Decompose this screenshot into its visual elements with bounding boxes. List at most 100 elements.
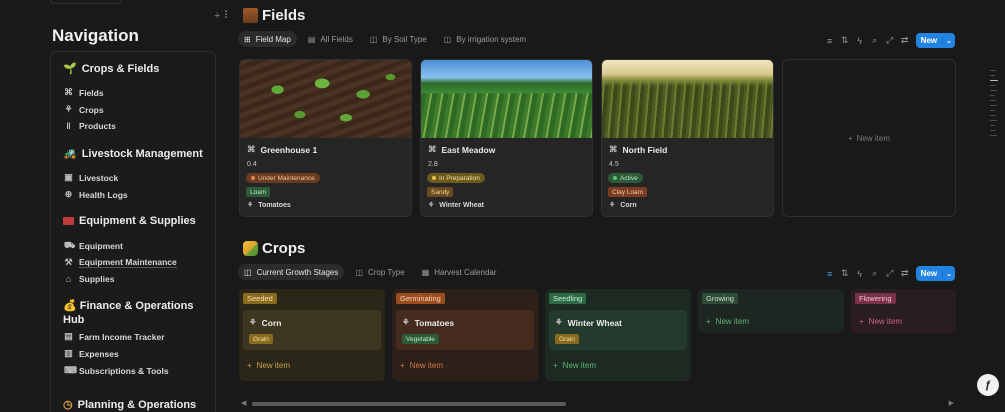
plus-icon: + [247,361,252,370]
new-item-button[interactable]: + New item [553,361,596,370]
crop-icon: ⌘ [609,144,618,154]
field-crop: ⚘ Winter Wheat [428,201,484,210]
lightning-icon[interactable]: ϟ [856,269,864,279]
wheat-icon: ⚘ [609,202,616,209]
chevron-down-icon[interactable]: ⌄ [942,269,955,278]
column-header[interactable]: Seedling [549,293,587,304]
nav-item-livestock[interactable]: ▣ Livestock [64,172,118,183]
column-header[interactable]: Growing [702,293,738,304]
expand-icon[interactable]: ⤢ [886,35,894,46]
board-card-winter-wheat[interactable]: ⚘ Winter Wheat Grain [549,310,687,350]
new-item-button[interactable]: + New item [706,317,749,326]
column-header[interactable]: Seeded [243,293,277,304]
board-card-corn[interactable]: ⚘ Corn Grain [243,310,381,350]
clock-icon: ◷ [63,399,73,411]
nav-item-label: Crops [79,104,104,115]
nav-section-finance[interactable]: 💰 Finance & Operations Hub [63,299,203,327]
sort-icon[interactable]: ⇅ [841,35,849,46]
nav-item-crops[interactable]: ⚘ Crops [64,104,104,115]
tab-field-map[interactable]: ⊞ Field Map [238,31,297,47]
crops-new-button[interactable]: New ⌄ [915,266,955,281]
crop-type-tag: Grain [249,334,273,344]
column-header[interactable]: Germinating [396,293,445,304]
crops-db-title-text: Crops [262,240,306,257]
search-icon[interactable]: ⌕ [871,268,879,279]
sort-icon[interactable]: ⇅ [841,268,849,279]
nav-item-expenses[interactable]: ▥ Expenses [64,348,119,359]
fields-db-title[interactable]: Fields [243,7,305,24]
tab-crop-type[interactable]: ◫ Crop Type [349,264,410,280]
nav-section-crops[interactable]: 🌱 Crops & Fields [63,62,159,76]
nav-section-label: Livestock Management [81,147,203,160]
field-card-north-field[interactable]: ⌘ North Field 4.5 Active Clay Loam ⚘ Cor… [601,59,774,217]
search-icon[interactable]: ⌕ [871,35,879,46]
board-card-title: ⚘ Winter Wheat [555,317,622,328]
field-size: 2.8 [428,161,438,168]
status-label: In Preparation [439,174,480,182]
scroll-right-icon[interactable]: ▶ [949,399,954,407]
board-horizontal-scrollbar[interactable]: ◀ ▶ [238,400,956,408]
nav-item-fields[interactable]: ⌘ Fields [64,87,104,98]
field-card-title: ⌘ North Field [609,144,667,155]
field-card-title: ⌘ East Meadow [428,144,495,155]
scroll-thumb[interactable] [252,402,566,406]
nav-section-label: 💰 Finance & Operations Hub [63,299,203,327]
board-column-flowering: Flowering + New item [851,289,956,333]
nav-item-label: Equipment [79,241,123,251]
nav-item-subscriptions[interactable]: ⌨ Subscriptions & Tools [64,365,169,376]
help-icon[interactable]: ƒ [977,374,999,396]
expand-icon[interactable]: ⤢ [886,268,894,279]
field-crop: ⚘ Corn [609,201,637,210]
status-dot [432,176,436,180]
tab-label: Crop Type [367,267,405,277]
tab-current-growth-stages[interactable]: ◫ Current Growth Stages [238,264,345,280]
field-card-greenhouse-1[interactable]: ⌘ Greenhouse 1 0.4 Under Maintenance Loa… [239,59,412,217]
wheat-icon: ⚘ [249,317,257,327]
field-size: 0.4 [247,161,257,168]
filter-icon[interactable]: ≡ [826,269,834,279]
page-outline-minimap[interactable] [990,70,998,140]
column-header[interactable]: Flowering [855,293,896,304]
fields-db-title-text: Fields [262,7,306,24]
nav-section-equipment[interactable]: Equipment & Supplies [63,215,196,227]
tab-by-soil-type[interactable]: ◫ By Soil Type [364,31,433,47]
new-item-button[interactable]: + New item [247,361,290,370]
nav-item-equipment[interactable]: ⛟ Equipment [64,240,123,252]
nav-item-farm-income[interactable]: ▤ Farm Income Tracker [64,331,164,342]
field-photo [240,60,411,138]
field-crop-label: Corn [620,201,637,209]
tab-by-irrigation[interactable]: ◫ By irrigation system [438,31,532,47]
new-item-button[interactable]: + New item [400,361,443,370]
field-name: East Meadow [441,144,496,155]
drag-handle-icon[interactable]: + ⠇ [214,9,232,22]
lightning-icon[interactable]: ϟ [856,36,864,46]
nav-item-label: Expenses [79,348,119,359]
board-card-name: Corn [261,317,282,328]
car-icon: ⛟ [64,240,76,250]
scroll-left-icon[interactable]: ◀ [241,399,246,407]
nav-item-supplies[interactable]: ⌂ Supplies [64,274,115,284]
settings-icon[interactable]: ⇄ [901,268,909,279]
nav-item-health-logs[interactable]: ⊕ Health Logs [64,189,128,200]
filter-icon[interactable]: ≡ [826,36,834,46]
fields-new-button[interactable]: New ⌄ [915,33,955,48]
chevron-down-icon[interactable]: ⌄ [942,36,955,45]
crops-tabbar: ◫ Current Growth Stages ◫ Crop Type ▦ Ha… [238,264,503,280]
tab-harvest-calendar[interactable]: ▦ Harvest Calendar [416,264,503,280]
field-card-east-meadow[interactable]: ⌘ East Meadow 2.8 In Preparation Sandy ⚘… [420,59,593,217]
board-card-tomatoes[interactable]: ⚘ Tomatoes Vegetable [396,310,534,350]
table-icon: ▤ [307,34,316,44]
nav-section-planning[interactable]: ◷ Planning & Operations [63,398,196,412]
tab-all-fields[interactable]: ▤ All Fields [302,31,359,47]
crops-db-title[interactable]: Crops [243,240,305,257]
new-field-card[interactable]: + New item [782,59,956,217]
nav-item-equipment-maintenance[interactable]: ⚒ Equipment Maintenance [64,257,177,268]
settings-icon[interactable]: ⇄ [901,35,909,46]
barcode-icon: ‖ [66,121,71,131]
nav-section-livestock[interactable]: 🚜 Livestock Management [63,147,203,161]
cash-register-icon: ▤ [64,331,73,341]
nav-item-products[interactable]: ‖ Products [64,121,116,131]
nav-section-text: Finance & Operations Hub [63,300,194,326]
field-card-title: ⌘ Greenhouse 1 [247,144,317,155]
new-item-button[interactable]: + New item [859,317,902,326]
